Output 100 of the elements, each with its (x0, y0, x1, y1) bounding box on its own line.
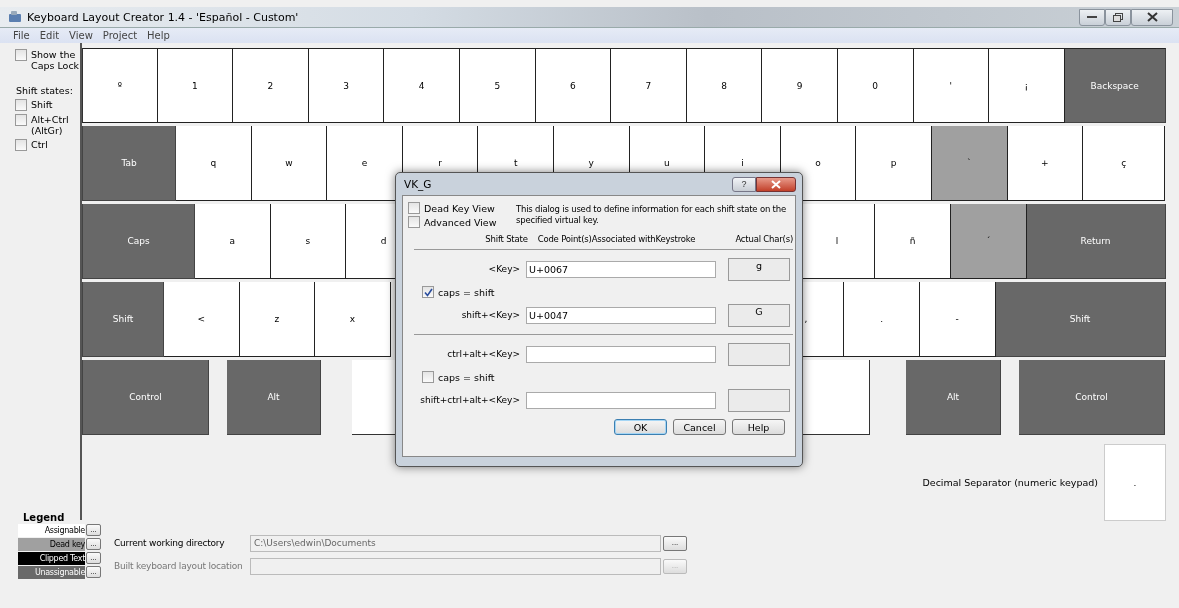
keyboard-key[interactable]: 1 (157, 48, 234, 123)
keyboard-key[interactable]: q (176, 126, 252, 201)
keyboard-key[interactable]: Shift (82, 282, 164, 357)
close-icon (1146, 12, 1158, 22)
checkbox-label: Show the Caps Lock (31, 49, 80, 71)
code-point-field[interactable]: U+0067 (526, 260, 716, 278)
checkbox-label: caps = shift (438, 371, 495, 383)
keyboard-key[interactable]: ¡ (989, 48, 1065, 123)
keyboard-key[interactable]: 9 (762, 48, 838, 123)
checkbox[interactable] (408, 202, 420, 214)
keyboard-key[interactable]: . (844, 282, 920, 357)
minimize-button[interactable] (1079, 8, 1105, 26)
color-picker-button[interactable]: ... (86, 552, 101, 564)
code-point-field[interactable]: U+0047 (526, 306, 716, 324)
field-label: Current working directory (114, 538, 226, 548)
checkbox-label: Ctrl (31, 139, 49, 150)
keyboard-key[interactable]: Shift (995, 282, 1166, 357)
code-point-field[interactable] (526, 391, 716, 409)
keyboard-key[interactable]: + (1007, 126, 1084, 201)
column-header: Code Point(s)Associated withKeystroke (537, 234, 697, 244)
keyboard-key[interactable]: Control (1019, 360, 1165, 435)
keyboard-key[interactable]: s (270, 204, 347, 279)
menu-item[interactable]: Help (147, 30, 170, 41)
dialog-button[interactable]: OK (614, 419, 667, 435)
checkbox[interactable] (15, 139, 27, 151)
keyboard-key[interactable]: ` (931, 126, 1008, 201)
checkbox[interactable] (422, 286, 434, 298)
restore-button[interactable] (1105, 8, 1131, 26)
checkbox-label: Dead Key View (424, 202, 495, 214)
path-field[interactable]: C:\Users\edwin\Documents (250, 534, 661, 552)
checkbox[interactable] (15, 114, 27, 126)
actual-char-box: g (728, 257, 790, 281)
keyboard-key[interactable]: e (327, 126, 403, 201)
minimize-icon (1087, 15, 1097, 19)
checkbox[interactable] (15, 49, 27, 61)
keyboard-key[interactable]: Alt (906, 360, 1001, 435)
dialog-title: VK_G (404, 178, 432, 190)
checkbox-label: caps = shift (438, 286, 495, 298)
keyboard-key[interactable]: . (1104, 444, 1166, 521)
color-picker-button[interactable]: ... (86, 524, 101, 536)
decimal-separator-label: Decimal Separator (numeric keypad) (922, 477, 1098, 488)
checkbox[interactable] (15, 99, 27, 111)
close-button[interactable] (756, 176, 796, 192)
close-button[interactable] (1131, 8, 1173, 26)
keyboard-key[interactable]: ´ (950, 204, 1027, 279)
keyboard-key[interactable]: < (164, 282, 240, 357)
menu-item[interactable]: View (69, 30, 93, 41)
actual-char-box: G (728, 303, 790, 327)
keyboard-key[interactable]: x (315, 282, 391, 357)
keyboard-key[interactable]: Backspace (1064, 48, 1166, 123)
keyboard-key[interactable]: Tab (82, 126, 176, 201)
legend-swatch: Clipped Text (18, 551, 85, 565)
keyboard-key[interactable]: w (251, 126, 328, 201)
keyboard-key[interactable]: 6 (535, 48, 612, 123)
keyboard-key[interactable]: Alt (227, 360, 321, 435)
keyboard-key[interactable]: 2 (233, 48, 309, 123)
keyboard-icon (8, 10, 22, 24)
keyboard-key[interactable]: Caps (82, 204, 195, 279)
menu-item[interactable]: Edit (39, 30, 60, 41)
actual-char-box (728, 342, 790, 366)
keyboard-key[interactable]: 5 (459, 48, 536, 123)
keyboard-key[interactable]: ñ (875, 204, 951, 279)
checkbox-label: Alt+Ctrl (AltGr) (31, 114, 70, 136)
keyboard-key[interactable]: ç (1083, 126, 1166, 201)
code-point-field[interactable] (526, 345, 716, 363)
keyboard-key[interactable]: 7 (611, 48, 687, 123)
legend-swatch: Unassignable (18, 565, 85, 579)
checkbox[interactable] (408, 216, 420, 228)
keyboard-key[interactable]: 4 (384, 48, 460, 123)
menu-item[interactable]: Project (102, 30, 138, 41)
browse-button[interactable]: ... (663, 535, 687, 551)
keyboard-key[interactable]: p (856, 126, 932, 201)
window-title: Keyboard Layout Creator 1.4 - 'Español - Custom' (27, 10, 299, 24)
legend-swatch: Assignable (18, 523, 85, 537)
keyboard-key[interactable]: 3 (308, 48, 385, 123)
keyboard-key[interactable]: 8 (686, 48, 763, 123)
restore-icon (1113, 12, 1123, 22)
keyboard-key[interactable]: 0 (837, 48, 914, 123)
section-label: Shift states: (15, 85, 74, 96)
shift-state-label: shift+ctrl+alt+<Key> (419, 395, 521, 405)
column-header: Actual Char(s) (735, 234, 793, 244)
keyboard-key[interactable]: Control (82, 360, 209, 435)
color-picker-button[interactable]: ... (86, 538, 101, 550)
dialog-description: This dialog is used to define information for each shift state on the specified virtual key. (516, 204, 787, 227)
menu-item[interactable]: File (13, 30, 30, 41)
checkbox[interactable] (422, 371, 434, 383)
help-button[interactable]: ? (732, 176, 756, 192)
keyboard-key[interactable]: z (239, 282, 316, 357)
keyboard-key[interactable]: a (195, 204, 271, 279)
dialog-button[interactable]: Help (732, 419, 785, 435)
keyboard-key[interactable]: º (82, 48, 158, 123)
keyboard-key[interactable]: Return (1026, 204, 1166, 279)
dialog-button[interactable]: Cancel (673, 419, 726, 435)
checkbox-label: Advanced View (424, 216, 497, 228)
color-picker-button[interactable]: ... (86, 566, 101, 578)
column-header: Shift State (484, 234, 529, 244)
shift-state-label: <Key> (487, 264, 521, 274)
keyboard-key[interactable]: - (919, 282, 996, 357)
keyboard-key[interactable]: ' (913, 48, 990, 123)
shift-state-label: ctrl+alt+<Key> (446, 349, 521, 359)
